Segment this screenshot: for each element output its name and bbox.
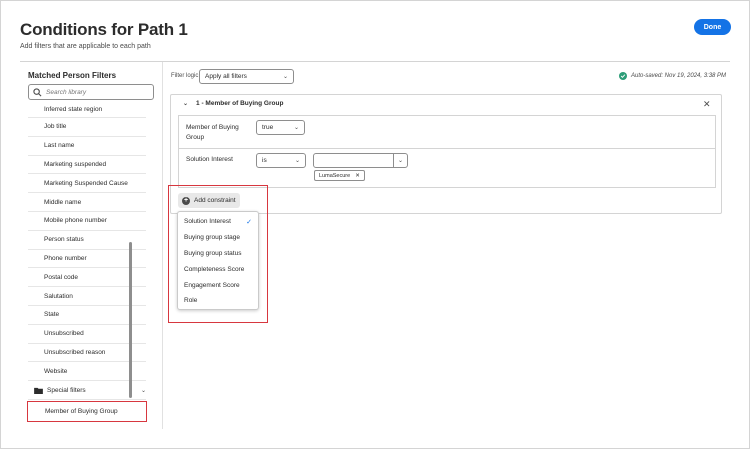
menu-item[interactable]: Buying group status bbox=[178, 246, 258, 262]
filters-sidebar: Matched Person Filters Inferred state re… bbox=[20, 62, 163, 429]
menu-item[interactable]: Engagement Score bbox=[178, 277, 258, 293]
checkmark-icon: ✓ bbox=[246, 218, 252, 226]
filter-logic-label: Filter logic bbox=[171, 73, 199, 79]
filter-logic-select[interactable]: Apply all filters ⌄ bbox=[199, 69, 294, 84]
add-constraint-label: Add constraint bbox=[194, 197, 236, 204]
filter-logic-value: Apply all filters bbox=[205, 73, 247, 80]
menu-item-label: Engagement Score bbox=[184, 281, 240, 289]
menu-item-label: Completeness Score bbox=[184, 265, 245, 273]
scrollbar-thumb[interactable] bbox=[129, 242, 132, 398]
done-button[interactable]: Done bbox=[694, 19, 731, 35]
group-header[interactable]: ⌄ 1 - Member of Buying Group bbox=[183, 100, 283, 107]
add-circle-icon: + bbox=[182, 196, 190, 205]
combobox-input[interactable] bbox=[314, 154, 393, 167]
page-title: Conditions for Path 1 bbox=[20, 20, 188, 39]
chevron-down-icon: ⌄ bbox=[282, 74, 288, 80]
list-item[interactable]: Job title bbox=[28, 118, 146, 137]
add-constraint-button[interactable]: + Add constraint bbox=[178, 193, 240, 208]
tag-label: LumaSecure bbox=[319, 172, 351, 179]
value-combobox[interactable]: ⌄ bbox=[313, 153, 408, 168]
group-title: 1 - Member of Buying Group bbox=[196, 100, 284, 107]
menu-item[interactable]: Buying group stage bbox=[178, 230, 258, 246]
remove-tag-icon[interactable]: ✕ bbox=[355, 173, 360, 179]
value-tag: LumaSecure ✕ bbox=[314, 170, 365, 181]
menu-item-label: Role bbox=[184, 297, 198, 305]
list-item[interactable]: Last name bbox=[28, 137, 146, 156]
menu-item-label: Solution Interest bbox=[184, 218, 231, 226]
row-divider bbox=[178, 148, 716, 149]
select-value: true bbox=[262, 124, 274, 131]
chevron-down-icon: ⌄ bbox=[294, 158, 300, 164]
combobox-button[interactable]: ⌄ bbox=[393, 154, 407, 167]
menu-item-label: Buying group status bbox=[184, 249, 242, 257]
chevron-down-icon[interactable]: ⌄ bbox=[183, 100, 188, 107]
sidebar-title: Matched Person Filters bbox=[28, 71, 117, 80]
operator-select[interactable]: is ⌄ bbox=[256, 153, 306, 168]
chevron-down-icon: ⌄ bbox=[397, 158, 404, 164]
condition-label: Solution Interest bbox=[186, 156, 233, 163]
list-item[interactable]: Mobile phone number bbox=[28, 212, 146, 231]
list-item[interactable]: Marketing suspended bbox=[28, 156, 146, 175]
constraint-dropdown-menu: Solution Interest ✓ Buying group stage B… bbox=[177, 211, 259, 310]
list-item[interactable]: Middle name bbox=[28, 193, 146, 212]
scrollbar-track[interactable] bbox=[147, 106, 153, 418]
checkmark-circle-icon bbox=[619, 72, 627, 80]
condition-label: Member of Buying Group bbox=[186, 124, 239, 141]
close-icon[interactable]: ✕ bbox=[703, 99, 711, 110]
autosave-status: Auto-saved: Nov 19, 2024, 3:38 PM bbox=[619, 72, 726, 80]
folder-label-group: Special filters bbox=[34, 387, 86, 394]
chevron-down-icon[interactable]: ⌄ bbox=[141, 387, 146, 394]
list-item[interactable]: Marketing Suspended Cause bbox=[28, 174, 146, 194]
folder-icon bbox=[34, 387, 43, 394]
chevron-down-icon: ⌄ bbox=[293, 125, 299, 131]
search-library-field[interactable] bbox=[28, 84, 154, 100]
search-input[interactable] bbox=[46, 88, 146, 96]
autosave-text: Auto-saved: Nov 19, 2024, 3:38 PM bbox=[631, 73, 727, 79]
list-item[interactable]: Inferred state region bbox=[28, 106, 146, 118]
select-value: is bbox=[262, 157, 267, 164]
page-subtitle: Add filters that are applicable to each … bbox=[20, 43, 151, 50]
folder-label: Special filters bbox=[47, 386, 86, 394]
menu-item[interactable]: Role bbox=[178, 293, 258, 309]
member-value-select[interactable]: true ⌄ bbox=[256, 120, 305, 135]
member-of-buying-group-item[interactable]: Member of Buying Group bbox=[27, 401, 147, 422]
menu-item-label: Buying group stage bbox=[184, 234, 241, 242]
menu-item[interactable]: Solution Interest ✓ bbox=[178, 214, 258, 230]
search-icon bbox=[33, 87, 42, 96]
menu-item[interactable]: Completeness Score bbox=[178, 261, 258, 277]
